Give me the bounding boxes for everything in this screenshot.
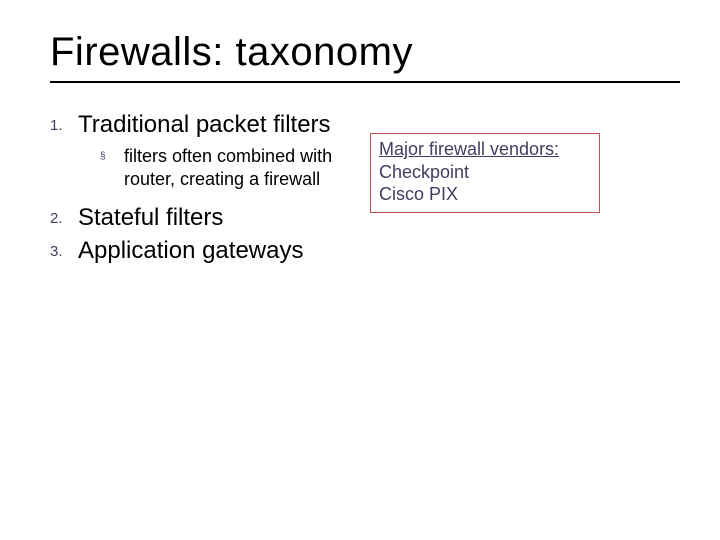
- vendor-item: Checkpoint: [379, 161, 591, 184]
- main-list: 1. Traditional packet filters § filters …: [50, 111, 350, 265]
- vendor-heading: Major firewall vendors:: [379, 138, 591, 161]
- content-columns: 1. Traditional packet filters § filters …: [50, 111, 680, 269]
- list-item-text: Traditional packet filters: [78, 111, 331, 139]
- list-marker: 1.: [50, 111, 78, 134]
- slide: Firewalls: taxonomy 1. Traditional packe…: [0, 0, 720, 540]
- list-item: 1. Traditional packet filters: [50, 111, 350, 139]
- right-column: Major firewall vendors: Checkpoint Cisco…: [370, 111, 630, 269]
- page-title: Firewalls: taxonomy: [50, 30, 680, 75]
- list-item-text: Stateful filters: [78, 204, 223, 232]
- vendor-item: Cisco PIX: [379, 183, 591, 206]
- list-item: 2. Stateful filters: [50, 204, 350, 232]
- sub-list-marker: §: [100, 145, 124, 162]
- title-underline: [50, 81, 680, 83]
- list-item: 3. Application gateways: [50, 237, 350, 265]
- sub-list: § filters often combined with router, cr…: [50, 145, 350, 190]
- left-column: 1. Traditional packet filters § filters …: [50, 111, 350, 269]
- sub-list-text: filters often combined with router, crea…: [124, 145, 350, 190]
- list-marker: 2.: [50, 204, 78, 227]
- list-item-text: Application gateways: [78, 237, 303, 265]
- vendor-box: Major firewall vendors: Checkpoint Cisco…: [370, 133, 600, 213]
- list-marker: 3.: [50, 237, 78, 260]
- sub-list-item: § filters often combined with router, cr…: [100, 145, 350, 190]
